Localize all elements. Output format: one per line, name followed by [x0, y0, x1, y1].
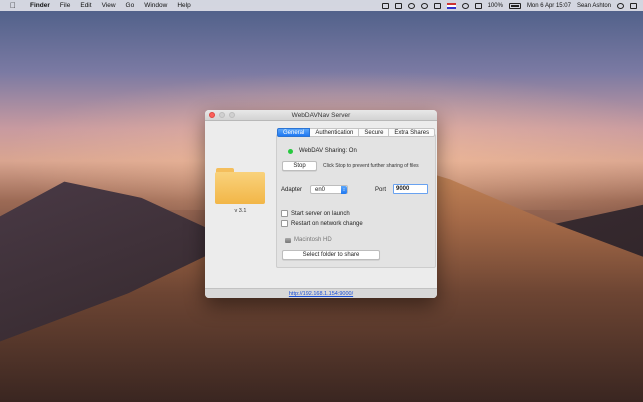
time-machine-icon[interactable] — [420, 2, 428, 9]
battery-icon[interactable] — [508, 2, 521, 9]
display-status-icon[interactable] — [394, 2, 402, 9]
menu-view[interactable]: View — [102, 2, 116, 9]
menu-window[interactable]: Window — [144, 2, 167, 9]
sharing-status: WebDAV Sharing: On — [288, 148, 357, 154]
user-name[interactable]: Sean Ashton — [577, 3, 611, 9]
shared-disk: Macintosh HD — [285, 237, 332, 243]
tab-extra-shares[interactable]: Extra Shares — [389, 128, 436, 137]
start-on-launch-option[interactable]: Start server on launch — [281, 210, 350, 217]
start-on-launch-checkbox[interactable] — [281, 210, 288, 217]
notification-center-icon[interactable] — [630, 2, 637, 9]
input-source-flag-icon[interactable] — [446, 2, 456, 9]
port-label: Port — [375, 187, 387, 193]
menu-items: Finder File Edit View Go Window Help — [30, 2, 191, 9]
tab-secure[interactable]: Secure — [359, 128, 390, 137]
webdavnav-server-window: WebDAVNav Server v 3.1 General Authentic… — [205, 110, 437, 298]
menu-help[interactable]: Help — [177, 2, 190, 9]
menu-edit[interactable]: Edit — [80, 2, 91, 9]
clock[interactable]: Mon 6 Apr 15:07 — [527, 3, 571, 9]
bluetooth-icon[interactable] — [433, 2, 441, 9]
start-on-launch-label: Start server on launch — [291, 210, 350, 217]
stop-hint: Click Stop to prevent further sharing of… — [323, 163, 419, 169]
tab-general[interactable]: General — [277, 128, 311, 137]
menu-go[interactable]: Go — [126, 2, 135, 9]
folder-icon — [215, 168, 265, 204]
battery-percent[interactable]: 100% — [488, 3, 503, 9]
folder-status-icon[interactable] — [381, 2, 389, 9]
settings-panel — [276, 134, 436, 268]
port-input[interactable]: 9000 — [393, 184, 428, 194]
tab-authentication[interactable]: Authentication — [310, 128, 360, 137]
tab-bar: General Authentication Secure Extra Shar… — [277, 128, 436, 137]
menu-app-name[interactable]: Finder — [30, 2, 50, 9]
restart-on-network-label: Restart on network change — [291, 220, 363, 227]
glasses-icon[interactable] — [407, 2, 415, 9]
wifi-icon[interactable] — [461, 2, 469, 9]
version-label: v 3.1 — [234, 208, 247, 214]
menu-file[interactable]: File — [60, 2, 70, 9]
sharing-status-text: WebDAV Sharing: On — [299, 148, 357, 154]
apple-icon[interactable]:  — [10, 1, 18, 10]
restart-on-network-checkbox[interactable] — [281, 220, 288, 227]
status-indicator-icon — [288, 148, 293, 154]
server-url-link[interactable]: http://192.168.1.154:9000/ — [289, 291, 353, 297]
restart-on-network-option[interactable]: Restart on network change — [281, 220, 363, 227]
left-pane: v 3.1 — [205, 120, 276, 288]
volume-icon[interactable] — [474, 2, 482, 9]
hard-disk-icon — [285, 237, 291, 243]
adapter-value: en0 — [315, 187, 326, 193]
spotlight-search-icon[interactable] — [617, 2, 624, 9]
shared-disk-label: Macintosh HD — [294, 237, 332, 243]
select-folder-button[interactable]: Select folder to share — [282, 250, 380, 260]
stop-button[interactable]: Stop — [282, 161, 317, 171]
footer-bar: http://192.168.1.154:9000/ — [205, 288, 437, 298]
chevron-updown-icon: ↕ — [341, 186, 347, 194]
adapter-select[interactable]: en0 ↕ — [310, 185, 348, 194]
status-area: 100% Mon 6 Apr 15:07 Sean Ashton — [381, 0, 637, 11]
window-title: WebDAVNav Server — [291, 111, 351, 119]
adapter-label: Adapter — [281, 187, 303, 193]
menu-bar:  Finder File Edit View Go Window Help 1… — [0, 0, 643, 11]
